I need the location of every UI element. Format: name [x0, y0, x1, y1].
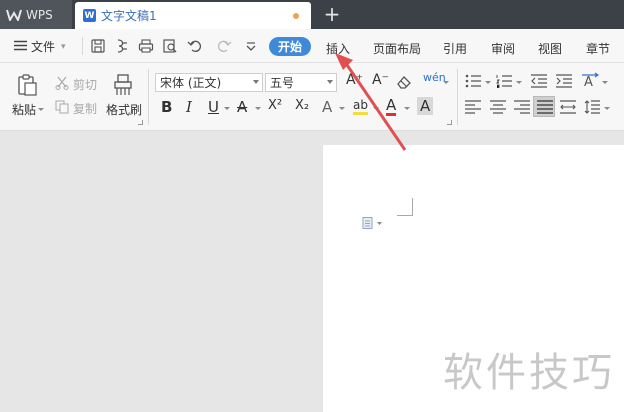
tab-review[interactable]: 审阅 — [491, 40, 515, 57]
tab-page-layout[interactable]: 页面布局 — [373, 40, 421, 57]
text-direction-dropdown-icon[interactable] — [602, 81, 608, 84]
chevron-down-icon — [253, 80, 259, 84]
decrease-indent-icon[interactable] — [531, 74, 547, 88]
file-menu-button[interactable]: 文件 ▾ — [14, 38, 66, 55]
copy-button[interactable]: 复制 — [73, 100, 97, 117]
clipboard-settings-icon[interactable] — [138, 120, 143, 125]
font-size-value: 五号 — [270, 76, 295, 90]
font-name-select[interactable]: 宋体 (正文) — [155, 73, 263, 92]
highlight-dropdown-icon[interactable] — [373, 107, 379, 110]
menu-bar: 文件 ▾ 开始 插入 页面布局 引用 审阅 视图 章节 — [0, 29, 624, 77]
subscript-button[interactable]: X₂ — [295, 98, 309, 113]
increase-indent-icon[interactable] — [556, 74, 572, 88]
cut-button[interactable]: 剪切 — [73, 76, 97, 93]
chevron-down-icon — [327, 80, 333, 84]
distribute-align-icon[interactable] — [560, 100, 576, 114]
tab-home[interactable]: 开始 — [269, 37, 311, 56]
divider — [457, 69, 458, 125]
character-shading-button[interactable]: A — [417, 97, 434, 115]
hamburger-icon — [14, 40, 27, 54]
underline-dropdown-icon[interactable] — [224, 107, 230, 110]
line-spacing-dropdown-icon[interactable] — [604, 107, 610, 110]
wps-tab-label: WPS — [26, 7, 53, 22]
font-settings-icon[interactable] — [447, 120, 452, 125]
paste-options-icon[interactable] — [362, 217, 384, 232]
redo-icon[interactable] — [216, 38, 232, 54]
print-preview-icon[interactable] — [162, 38, 178, 54]
divider — [82, 37, 83, 55]
tab-chapter[interactable]: 章节 — [586, 40, 610, 57]
strikethrough-dropdown-icon[interactable] — [255, 107, 261, 110]
tab-insert[interactable]: 插入 — [326, 40, 350, 57]
font-color-dropdown-icon[interactable] — [404, 107, 410, 110]
new-tab-button[interactable]: + — [321, 3, 343, 25]
grow-font-button[interactable]: A⁺ — [346, 72, 363, 88]
file-menu-label: 文件 — [31, 40, 56, 54]
wps-logo-icon — [6, 9, 22, 21]
save-icon[interactable] — [90, 38, 106, 54]
undo-icon[interactable] — [187, 38, 203, 54]
phonetic-dropdown-icon[interactable] — [443, 81, 449, 84]
text-effect-button[interactable]: A — [322, 98, 332, 116]
copy-icon[interactable] — [55, 100, 69, 114]
print-icon[interactable] — [138, 38, 154, 54]
tab-references[interactable]: 引用 — [443, 40, 467, 57]
writer-doc-icon: W — [83, 9, 96, 22]
line-spacing-icon[interactable] — [584, 100, 600, 114]
customize-toolbar-icon[interactable] — [243, 38, 259, 54]
clear-format-icon[interactable] — [396, 74, 412, 90]
shrink-font-button[interactable]: A⁻ — [372, 72, 389, 88]
svg-text:A: A — [584, 75, 593, 89]
justify-icon[interactable] — [533, 96, 555, 117]
chevron-down-icon: ▾ — [61, 41, 66, 52]
wps-home-tab[interactable]: WPS — [0, 0, 72, 29]
align-center-icon[interactable] — [490, 100, 506, 114]
font-color-button[interactable]: A — [386, 98, 397, 116]
align-left-icon[interactable] — [465, 100, 481, 114]
strikethrough-button[interactable]: A — [237, 98, 247, 116]
title-bar: WPS W 文字文稿1 + — [0, 0, 624, 29]
highlight-button[interactable]: ab — [353, 98, 368, 115]
format-painter-icon[interactable] — [113, 74, 133, 96]
paste-button[interactable]: 粘贴 — [12, 101, 36, 118]
paste-dropdown-icon[interactable] — [38, 108, 44, 111]
watermark-text: 软件技巧 — [443, 350, 615, 396]
cut-icon[interactable] — [55, 76, 69, 90]
tab-view[interactable]: 视图 — [538, 40, 562, 57]
numbering-dropdown-icon[interactable] — [516, 81, 522, 84]
format-painter-button[interactable]: 格式刷 — [106, 101, 142, 118]
numbered-list-icon[interactable] — [496, 74, 512, 88]
superscript-button[interactable]: X² — [268, 98, 282, 113]
document-tab[interactable]: W 文字文稿1 — [75, 2, 311, 29]
underline-button[interactable]: U — [208, 98, 219, 116]
font-name-value: 宋体 (正文) — [160, 76, 222, 90]
align-right-icon[interactable] — [514, 100, 530, 114]
text-effect-dropdown-icon[interactable] — [339, 107, 345, 110]
text-direction-icon[interactable]: A — [581, 72, 599, 89]
italic-button[interactable]: I — [186, 98, 192, 116]
divider — [148, 69, 149, 125]
bullet-dropdown-icon[interactable] — [485, 81, 491, 84]
page-margin-corner-marker — [397, 198, 413, 216]
bold-button[interactable]: B — [161, 98, 172, 116]
bullet-list-icon[interactable] — [465, 74, 481, 88]
ribbon-home: 粘贴 剪切 复制 格式刷 宋体 (正文) 五号 A⁺ A⁻ wén B I U … — [0, 63, 624, 131]
paste-icon[interactable] — [16, 74, 38, 96]
document-tab-title: 文字文稿1 — [101, 9, 157, 23]
export-pdf-icon[interactable] — [114, 38, 130, 54]
unsaved-dot-icon — [293, 13, 299, 19]
font-size-select[interactable]: 五号 — [265, 73, 337, 92]
